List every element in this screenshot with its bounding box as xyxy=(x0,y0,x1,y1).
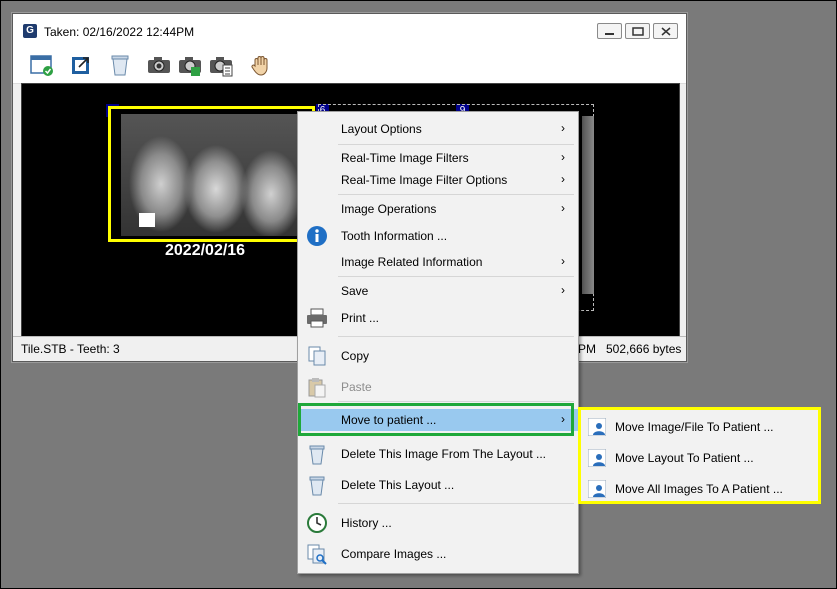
chevron-right-icon: › xyxy=(561,283,565,297)
camera-icon[interactable] xyxy=(147,53,171,77)
menu-separator xyxy=(338,144,574,145)
paste-icon xyxy=(306,376,328,398)
restore-button[interactable] xyxy=(625,23,650,39)
printer-icon xyxy=(306,307,328,329)
submenu-item-move-layout[interactable]: Move Layout To Patient ... xyxy=(581,444,818,472)
chevron-right-icon: › xyxy=(561,201,565,215)
menu-separator xyxy=(338,336,574,337)
menu-item-delete-image-from-layout[interactable]: Delete This Image From The Layout ... xyxy=(298,443,578,465)
menu-item-compare-images[interactable]: Compare Images ... xyxy=(298,543,578,565)
toolbar xyxy=(13,47,686,84)
chevron-right-icon: › xyxy=(561,121,565,135)
xray-filling xyxy=(139,213,155,227)
menu-separator xyxy=(338,194,574,195)
menu-item-copy[interactable]: Copy xyxy=(298,345,578,367)
xray-image-partial xyxy=(582,116,594,294)
trash-icon[interactable] xyxy=(108,53,132,77)
menu-item-label: History ... xyxy=(341,516,392,530)
trash-icon xyxy=(306,474,328,496)
menu-item-save[interactable]: Save › xyxy=(298,280,578,302)
menu-item-image-operations[interactable]: Image Operations › xyxy=(298,198,578,220)
person-icon xyxy=(587,448,607,468)
export-icon[interactable] xyxy=(70,53,94,77)
tile-date: 2022/02/16 xyxy=(165,242,246,259)
menu-item-label: Real-Time Image Filters xyxy=(341,151,469,165)
submenu-item-move-all-images[interactable]: Move All Images To A Patient ... xyxy=(581,475,818,503)
person-icon xyxy=(587,417,607,437)
menu-item-realtime-filters[interactable]: Real-Time Image Filters › xyxy=(298,147,578,169)
window-title: Taken: 02/16/2022 12:44PM xyxy=(44,25,195,39)
submenu-item-label: Move Layout To Patient ... xyxy=(615,451,754,465)
menu-item-label: Delete This Image From The Layout ... xyxy=(341,447,546,461)
menu-item-tooth-information[interactable]: Tooth Information ... xyxy=(298,225,578,247)
menu-item-label: Image Operations xyxy=(341,202,437,216)
menu-separator xyxy=(338,276,574,277)
copy-icon xyxy=(306,345,328,367)
minimize-icon xyxy=(605,33,614,35)
menu-item-label: Copy xyxy=(341,349,370,363)
status-time: PM xyxy=(578,342,596,356)
highlight-outline-green xyxy=(298,403,574,436)
submenu-item-label: Move All Images To A Patient ... xyxy=(615,482,783,496)
menu-item-delete-layout[interactable]: Delete This Layout ... xyxy=(298,474,578,496)
history-icon xyxy=(306,512,328,534)
chevron-right-icon: › xyxy=(561,172,565,186)
menu-item-history[interactable]: History ... xyxy=(298,512,578,534)
info-icon xyxy=(306,225,328,247)
menu-item-label: Print ... xyxy=(341,311,380,325)
compare-icon xyxy=(306,543,328,565)
menu-item-label: Layout Options xyxy=(341,122,422,136)
camera-green-icon[interactable] xyxy=(178,53,202,77)
hand-icon[interactable] xyxy=(249,53,273,77)
move-to-patient-submenu: Move Image/File To Patient ... Move Layo… xyxy=(578,407,821,504)
submenu-item-move-image-file[interactable]: Move Image/File To Patient ... xyxy=(581,413,818,441)
minimize-button[interactable] xyxy=(597,23,622,39)
context-menu: Layout Options › Real-Time Image Filters… xyxy=(297,111,579,574)
menu-item-label: Delete This Layout ... xyxy=(341,478,455,492)
trash-icon xyxy=(306,443,328,465)
menu-item-label: Image Related Information xyxy=(341,255,483,269)
chevron-right-icon: › xyxy=(561,150,565,164)
close-icon xyxy=(661,27,671,36)
menu-item-label: Paste xyxy=(341,380,372,394)
restore-icon xyxy=(632,27,644,36)
menu-item-image-related-information[interactable]: Image Related Information › xyxy=(298,251,578,273)
status-layout-info: Tile.STB - Teeth: 3 xyxy=(21,342,120,356)
title-bar[interactable]: G Taken: 02/16/2022 12:44PM xyxy=(13,14,686,47)
close-button[interactable] xyxy=(653,23,678,39)
selected-image-tile[interactable] xyxy=(108,106,315,242)
app-logo-icon: G xyxy=(23,24,37,38)
menu-item-label: Compare Images ... xyxy=(341,547,447,561)
camera-list-icon[interactable] xyxy=(209,53,233,77)
chevron-right-icon: › xyxy=(561,254,565,268)
menu-item-label: Tooth Information ... xyxy=(341,229,448,243)
menu-separator xyxy=(338,401,574,402)
menu-item-realtime-filter-options[interactable]: Real-Time Image Filter Options › xyxy=(298,169,578,191)
menu-item-paste: Paste xyxy=(298,376,578,398)
submenu-item-label: Move Image/File To Patient ... xyxy=(615,420,774,434)
window-check-icon[interactable] xyxy=(30,53,54,77)
menu-item-layout-options[interactable]: Layout Options › xyxy=(298,118,578,140)
menu-item-label: Real-Time Image Filter Options xyxy=(341,173,508,187)
menu-item-print[interactable]: Print ... xyxy=(298,307,578,329)
menu-separator xyxy=(338,503,574,504)
status-file-size: 502,666 bytes xyxy=(606,342,682,356)
menu-item-label: Save xyxy=(341,284,369,298)
person-icon xyxy=(587,479,607,499)
